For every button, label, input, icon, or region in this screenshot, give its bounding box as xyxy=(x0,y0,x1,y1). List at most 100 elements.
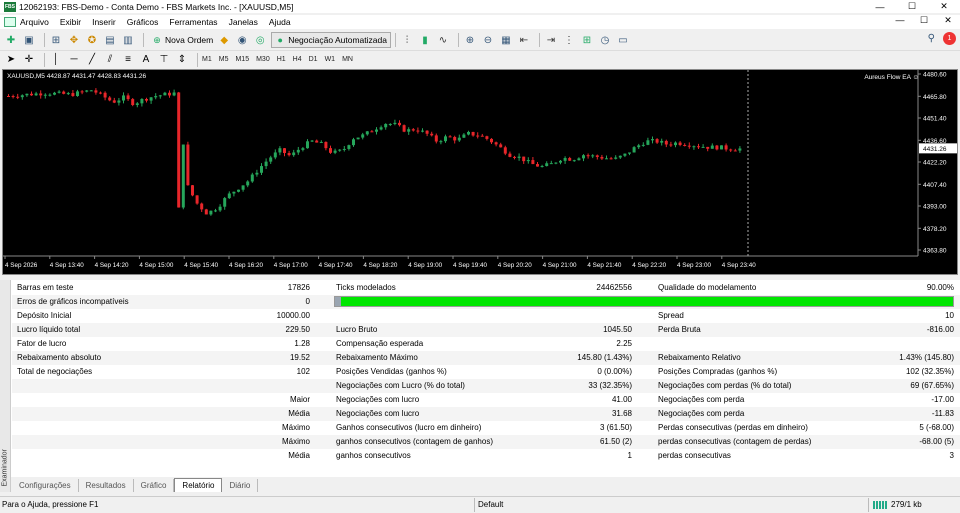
candle-body xyxy=(370,131,374,133)
child-restore-button[interactable]: ☐ xyxy=(912,15,936,29)
candlestick-icon[interactable]: ▮ xyxy=(418,33,432,47)
candle-body xyxy=(623,153,627,156)
tab-resultados[interactable]: Resultados xyxy=(79,479,134,492)
market-watch-icon[interactable]: ⊞ xyxy=(49,33,63,47)
notification-badge[interactable]: 1 xyxy=(943,32,956,45)
candle-body xyxy=(62,91,66,94)
timeframe-w1[interactable]: W1 xyxy=(325,56,336,63)
report-value-col2: 24462556 xyxy=(596,283,632,292)
minimize-button[interactable]: — xyxy=(864,0,896,13)
cursor-icon[interactable]: ➤ xyxy=(4,53,18,67)
vertical-line-icon[interactable]: │ xyxy=(49,53,63,67)
menu-ajuda[interactable]: Ajuda xyxy=(269,17,291,27)
indicators-icon[interactable]: ⊞ xyxy=(580,33,594,47)
chart-window-icon[interactable] xyxy=(4,17,16,27)
tile-windows-icon[interactable]: ▦ xyxy=(499,33,513,47)
arrows-icon[interactable]: ⇕ xyxy=(175,53,189,67)
timeframe-m5[interactable]: M5 xyxy=(219,56,229,63)
menu-exibir[interactable]: Exibir xyxy=(60,17,81,27)
candle-body xyxy=(618,155,622,158)
profiles-icon[interactable]: ▣ xyxy=(22,33,36,47)
maximize-button[interactable]: ☐ xyxy=(896,0,928,13)
fibonacci-icon[interactable]: ≡ xyxy=(121,53,135,67)
new-chart-icon[interactable]: ✚ xyxy=(4,33,18,47)
candle-body xyxy=(540,166,544,168)
report-label-col3: Perda Bruta xyxy=(658,325,701,334)
text-icon[interactable]: A xyxy=(139,53,153,67)
child-close-button[interactable]: ✕ xyxy=(936,15,960,29)
tester-icon[interactable]: ▥ xyxy=(121,33,135,47)
timeframe-h4[interactable]: H4 xyxy=(293,56,302,63)
candle-body xyxy=(439,141,443,143)
price-chart[interactable]: 4480.60 4465.80 4451.40 4436.60 4422.20 4407.… xyxy=(2,69,958,275)
templates-icon[interactable]: ▭ xyxy=(616,33,630,47)
report-value-col1: Média xyxy=(288,451,310,460)
zoom-in-icon[interactable]: ⊕ xyxy=(463,33,477,47)
tab-grafico[interactable]: Gráfico xyxy=(134,479,175,492)
candle-body xyxy=(112,100,116,103)
report-value-col2: 1 xyxy=(627,451,632,460)
data-window-icon[interactable]: ✥ xyxy=(67,33,81,47)
report-value-col2: 3 (61.50) xyxy=(599,423,632,432)
chart-shift-icon[interactable]: ⇥ xyxy=(544,33,558,47)
trendline-icon[interactable]: ╱ xyxy=(85,53,99,67)
candle-body xyxy=(135,103,139,106)
search-icon[interactable]: ⚲ xyxy=(928,33,935,44)
candle-body xyxy=(232,191,236,194)
new-order-button[interactable]: ⊕ Nova Ordem xyxy=(148,32,217,48)
menu-arquivo[interactable]: Arquivo xyxy=(20,17,49,27)
symbol-info: XAUUSD,M5 4428.87 4431.47 4428.83 4431.2… xyxy=(7,73,147,80)
candle-body xyxy=(39,93,43,96)
close-button[interactable]: ✕ xyxy=(928,0,960,13)
autoscroll-icon[interactable]: ⇤ xyxy=(517,33,531,47)
channel-icon[interactable]: ⫽ xyxy=(103,53,117,67)
time-label: 4 Sep 20:20 xyxy=(498,262,532,269)
tab-relatorio[interactable]: Relatório xyxy=(174,478,223,492)
period-separator-icon[interactable]: ⋮ xyxy=(562,33,576,47)
navigator-icon[interactable]: ✪ xyxy=(85,33,99,47)
child-minimize-button[interactable]: — xyxy=(888,15,912,29)
menu-ferramentas[interactable]: Ferramentas xyxy=(169,17,217,27)
candle-body xyxy=(283,148,286,154)
crosshair-icon[interactable]: ✛ xyxy=(22,53,36,67)
candle-body xyxy=(669,144,673,146)
objects-toolbar: ➤ ✛ │ ─ ╱ ⫽ ≡ A ⊤ ⇕ M1 M5 M15 M30 H1 H4 … xyxy=(0,51,960,68)
line-chart-icon[interactable]: ∿ xyxy=(436,33,450,47)
news-icon[interactable]: ◎ xyxy=(253,33,267,47)
timeframe-mn[interactable]: MN xyxy=(342,56,353,63)
menu-graficos[interactable]: Gráficos xyxy=(127,17,159,27)
bar-chart-icon[interactable]: ⫶ xyxy=(400,33,414,47)
timeframe-m15[interactable]: M15 xyxy=(235,56,249,63)
separator xyxy=(44,33,45,47)
metaeditor-icon[interactable]: ◆ xyxy=(217,33,231,47)
report-value-col3: 5 (-68.00) xyxy=(919,423,954,432)
candle-body xyxy=(609,158,613,160)
periods-icon[interactable]: ◷ xyxy=(598,33,612,47)
tab-configuracoes[interactable]: Configurações xyxy=(12,479,79,492)
standard-toolbar: ✚ ▣ ⊞ ✥ ✪ ▤ ▥ ⊕ Nova Ordem ◆ ◉ ◎ ● Negoc… xyxy=(0,30,960,51)
candle-body xyxy=(595,155,599,157)
terminal-icon[interactable]: ▤ xyxy=(103,33,117,47)
report-label-col2: Rebaixamento Máximo xyxy=(336,353,418,362)
menu-janelas[interactable]: Janelas xyxy=(229,17,258,27)
timeframe-d1[interactable]: D1 xyxy=(309,56,318,63)
label-icon[interactable]: ⊤ xyxy=(157,53,171,67)
report-row: Negociações com Lucro (% do total) 33 (32… xyxy=(12,379,960,393)
timeframe-m1[interactable]: M1 xyxy=(202,56,212,63)
timeframe-m30[interactable]: M30 xyxy=(256,56,270,63)
zoom-out-icon[interactable]: ⊖ xyxy=(481,33,495,47)
candlestick-chart[interactable]: 4480.604465.804451.404436.604422.204407.… xyxy=(3,70,957,274)
separator xyxy=(538,33,540,47)
candle-body xyxy=(53,92,56,95)
separator xyxy=(868,498,869,512)
signals-icon[interactable]: ◉ xyxy=(235,33,249,47)
menu-inserir[interactable]: Inserir xyxy=(92,17,116,27)
timeframe-h1[interactable]: H1 xyxy=(277,56,286,63)
candle-body xyxy=(347,145,351,149)
auto-trading-button[interactable]: ● Negociação Automatizada xyxy=(271,32,391,48)
candle-body xyxy=(301,148,305,150)
horizontal-line-icon[interactable]: ─ xyxy=(67,53,81,67)
tab-diario[interactable]: Diário xyxy=(222,479,259,492)
candle-body xyxy=(30,93,33,96)
candle-body xyxy=(480,135,484,137)
